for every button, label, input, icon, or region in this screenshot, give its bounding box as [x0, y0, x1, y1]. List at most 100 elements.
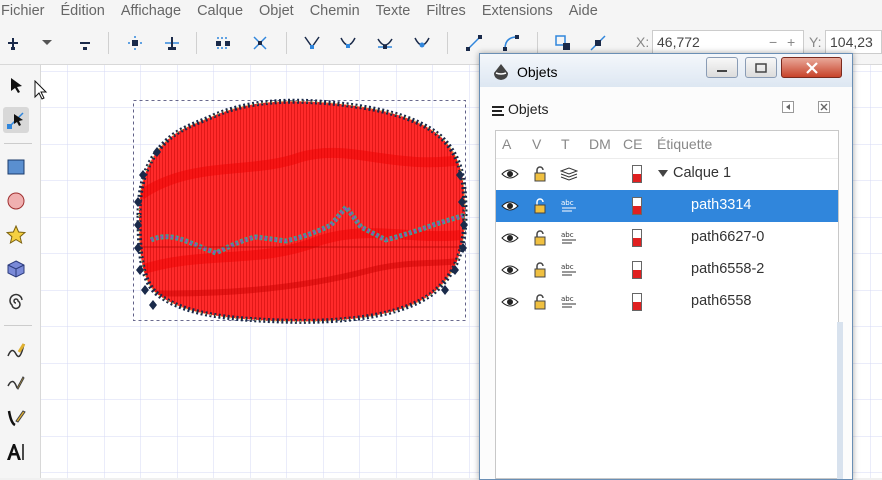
color-tag-icon[interactable] — [628, 261, 646, 279]
color-tag-icon[interactable] — [628, 197, 646, 215]
node-edit-icon — [7, 112, 24, 129]
dialog-scrollbar[interactable] — [837, 322, 843, 479]
column-header-lock[interactable]: V — [532, 136, 541, 152]
insert-node-dropdown[interactable] — [36, 32, 58, 54]
x-increment-button[interactable]: + — [787, 34, 795, 50]
star-tool[interactable] — [3, 222, 29, 248]
toolbar-separator — [196, 32, 197, 54]
toolbox-separator — [4, 143, 32, 144]
objects-panel-icon — [492, 106, 504, 116]
object-label[interactable]: path6558-2 — [691, 261, 764, 277]
menu-fichier[interactable]: Fichier — [0, 3, 53, 19]
column-header-color[interactable]: CE — [623, 136, 642, 152]
selected-path[interactable] — [131, 95, 471, 325]
insert-node-button[interactable] — [2, 32, 24, 54]
color-tag-icon[interactable] — [628, 229, 646, 247]
node-auto-smooth-button[interactable] — [411, 32, 433, 54]
tree-row-path[interactable]: abc path6558 — [496, 286, 838, 318]
text-tool[interactable] — [3, 439, 29, 465]
insert-node-icon — [8, 38, 18, 50]
spiral-icon — [9, 293, 23, 310]
node-symmetric-button[interactable] — [374, 32, 396, 54]
menu-edition[interactable]: Édition — [53, 3, 113, 19]
node-smooth-button[interactable] — [337, 32, 359, 54]
spiral-tool[interactable] — [3, 290, 29, 316]
stroke-to-path-button[interactable] — [587, 32, 609, 54]
column-header-type[interactable]: T — [561, 136, 570, 152]
menu-objet[interactable]: Objet — [251, 3, 302, 19]
lock-open-icon[interactable] — [531, 165, 549, 183]
segment-line-button[interactable] — [463, 32, 485, 54]
object-label[interactable]: path3314 — [691, 197, 751, 213]
rectangle-tool[interactable] — [3, 154, 29, 180]
toolbox-separator — [4, 325, 32, 326]
tree-row-path[interactable]: abc path6627-0 — [496, 222, 838, 254]
menu-calque[interactable]: Calque — [189, 3, 251, 19]
pencil-tool[interactable] — [3, 337, 29, 363]
y-coordinate-value: 104,23 — [830, 34, 873, 50]
visibility-eye-icon[interactable] — [501, 229, 519, 247]
visibility-eye-icon[interactable] — [501, 197, 519, 215]
lock-open-icon[interactable] — [531, 197, 549, 215]
lock-open-icon[interactable] — [531, 229, 549, 247]
menu-texte[interactable]: Texte — [368, 3, 419, 19]
break-path-button[interactable] — [161, 32, 183, 54]
cube-icon — [7, 260, 25, 278]
visibility-eye-icon[interactable] — [501, 293, 519, 311]
pen-tool[interactable] — [3, 371, 29, 397]
dialog-titlebar[interactable]: Objets — [480, 54, 852, 87]
lock-open-icon[interactable] — [531, 293, 549, 311]
visibility-eye-icon[interactable] — [501, 165, 519, 183]
menu-filtres[interactable]: Filtres — [418, 3, 473, 19]
maximize-button[interactable] — [745, 57, 777, 78]
menu-affichage[interactable]: Affichage — [113, 3, 189, 19]
column-header-blend[interactable]: DM — [589, 136, 611, 152]
expand-triangle-icon[interactable] — [658, 170, 668, 178]
objects-tree[interactable]: A V T DM CE Étiquette Calque 1 abc path3… — [495, 130, 839, 479]
arrow-cursor-icon — [11, 78, 22, 93]
menu-aide[interactable]: Aide — [561, 3, 606, 19]
minimize-button[interactable] — [706, 57, 738, 78]
toolbar-separator — [108, 32, 109, 54]
x-decrement-button[interactable]: − — [769, 34, 777, 50]
selector-tool[interactable] — [3, 72, 29, 98]
visibility-eye-icon[interactable] — [501, 261, 519, 279]
y-coordinate-field[interactable]: 104,23 — [825, 30, 882, 54]
tree-row-path[interactable]: abc path6558-2 — [496, 254, 838, 286]
tree-header: A V T DM CE Étiquette — [496, 131, 838, 159]
objects-dialog[interactable]: Objets Objets A V T DM CE Étiquette Calq… — [479, 53, 853, 480]
join-endnodes-button[interactable] — [212, 32, 234, 54]
node-cusp-button[interactable] — [301, 32, 323, 54]
menu-extensions[interactable]: Extensions — [474, 3, 561, 19]
object-label[interactable]: path6627-0 — [691, 229, 764, 245]
stroke-to-path-icon — [590, 35, 606, 51]
segment-curve-button[interactable] — [500, 32, 522, 54]
svg-text:abc: abc — [561, 231, 574, 239]
color-tag-icon[interactable] — [628, 293, 646, 311]
lock-open-icon[interactable] — [531, 261, 549, 279]
object-label[interactable]: path6558 — [691, 293, 751, 309]
column-header-visibility[interactable]: A — [502, 136, 511, 152]
panel-close-icon[interactable] — [818, 101, 830, 113]
calligraphy-tool[interactable] — [3, 405, 29, 431]
node-tool[interactable] — [3, 107, 29, 133]
menu-chemin[interactable]: Chemin — [302, 3, 368, 19]
column-header-label[interactable]: Étiquette — [657, 136, 712, 152]
delete-segment-icon — [253, 36, 267, 50]
tree-row-layer[interactable]: Calque 1 — [496, 158, 838, 190]
x-coordinate-field[interactable]: 46,772 − + — [652, 30, 804, 54]
color-tag-icon[interactable] — [628, 165, 646, 183]
object-to-path-button[interactable] — [552, 32, 574, 54]
close-icon — [805, 61, 818, 74]
delete-segment-button[interactable] — [249, 32, 271, 54]
path-type-icon: abc — [560, 293, 578, 311]
svg-text:abc: abc — [561, 199, 574, 207]
tree-row-path-selected[interactable]: abc path3314 — [496, 190, 838, 222]
panel-collapse-icon[interactable] — [782, 101, 794, 113]
join-nodes-button[interactable] — [124, 32, 146, 54]
delete-node-button[interactable] — [74, 32, 96, 54]
close-button[interactable] — [781, 57, 842, 78]
ellipse-tool[interactable] — [3, 188, 29, 214]
3d-box-tool[interactable] — [3, 256, 29, 282]
join-endnodes-icon — [216, 37, 230, 49]
